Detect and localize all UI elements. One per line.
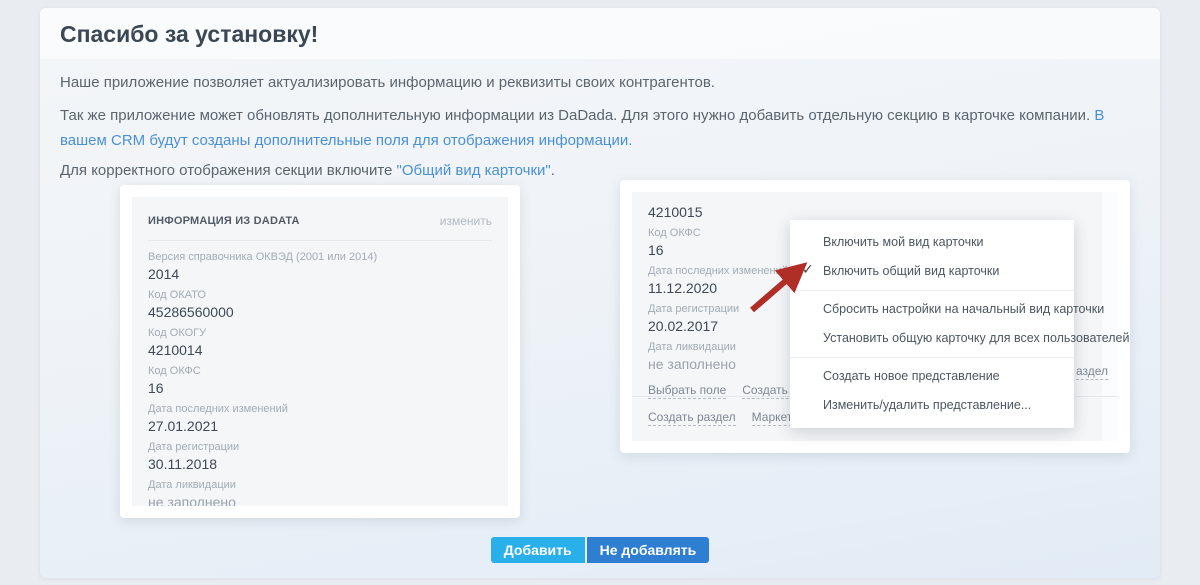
delete-section-link-partial[interactable]: аздел <box>1076 364 1108 380</box>
menu-item-create-view[interactable]: Создать новое представление <box>790 362 1074 391</box>
field-okogu: Код ОКОГУ 4210014 <box>148 327 492 359</box>
field-okpo-value: 4210015 <box>648 204 1102 221</box>
instruction-period: . <box>551 162 555 179</box>
field-last-changed: Дата последних изменений 27.01.2021 <box>148 403 492 435</box>
dadata-info-panel-inner: ИНФОРМАЦИЯ ИЗ DADATA изменить Версия спр… <box>132 197 508 506</box>
description-paragraph: Так же приложение может обновлять дополн… <box>60 103 1142 153</box>
panel-scroll-strip <box>1102 192 1118 441</box>
menu-item-label: Включить общий вид карточки <box>823 264 999 278</box>
menu-item-enable-my-view[interactable]: Включить мой вид карточки <box>790 228 1074 257</box>
card-view-dropdown-menu: Включить мой вид карточки ✓Включить общи… <box>790 220 1074 428</box>
field-value: 2014 <box>148 266 492 283</box>
skip-button[interactable]: Не добавлять <box>587 537 710 563</box>
field-liquidation-date: Дата ликвидации не заполнено <box>148 479 492 506</box>
menu-item-enable-common-view[interactable]: ✓Включить общий вид карточки <box>790 257 1074 286</box>
add-button[interactable]: Добавить <box>491 537 585 563</box>
section-divider <box>148 240 492 241</box>
field-value: 27.01.2021 <box>148 418 492 435</box>
menu-divider <box>790 290 1074 291</box>
field-value: не заполнено <box>148 494 492 506</box>
field-label: Дата последних изменений <box>148 403 492 416</box>
menu-item-set-common-for-all[interactable]: Установить общую карточку для всех польз… <box>790 324 1074 353</box>
field-value: 30.11.2018 <box>148 456 492 473</box>
menu-item-edit-delete-view[interactable]: Изменить/удалить представление... <box>790 391 1074 420</box>
field-okved-version: Версия справочника ОКВЭД (2001 или 2014)… <box>148 251 492 283</box>
intro-paragraph: Наше приложение позволяет актуализироват… <box>60 70 1142 95</box>
field-label: Дата регистрации <box>148 441 492 454</box>
field-value: 4210014 <box>148 342 492 359</box>
dadata-section-title: ИНФОРМАЦИЯ ИЗ DADATA <box>148 215 300 227</box>
field-label: Код ОКОГУ <box>148 327 492 340</box>
edit-link[interactable]: изменить <box>440 214 492 228</box>
red-arrow-annotation <box>742 252 820 325</box>
page-title: Спасибо за установку! <box>60 21 318 48</box>
market-link[interactable]: Маркет <box>752 410 793 426</box>
field-value: 16 <box>148 380 492 397</box>
field-label: Код ОКАТО <box>148 289 492 302</box>
description-text: Так же приложение может обновлять дополн… <box>60 107 1094 124</box>
field-value: 45286560000 <box>148 304 492 321</box>
common-card-view-link[interactable]: "Общий вид карточки" <box>397 162 551 179</box>
field-reg-date: Дата регистрации 30.11.2018 <box>148 441 492 473</box>
dialog-actions: Добавить Не добавлять <box>40 537 1160 563</box>
field-okato: Код ОКАТО 45286560000 <box>148 289 492 321</box>
create-section-link[interactable]: Создать раздел <box>648 410 736 426</box>
field-okfs: Код ОКФС 16 <box>148 365 492 397</box>
field-value: 4210015 <box>648 204 1102 221</box>
field-label: Дата ликвидации <box>148 479 492 492</box>
menu-divider <box>790 357 1074 358</box>
main-card: Спасибо за установку! Наше приложение по… <box>40 8 1160 578</box>
field-label: Версия справочника ОКВЭД (2001 или 2014) <box>148 251 492 264</box>
menu-item-reset-settings[interactable]: Сбросить настройки на начальный вид карт… <box>790 295 1074 324</box>
field-label: Код ОКФС <box>148 365 492 378</box>
dadata-info-panel: ИНФОРМАЦИЯ ИЗ DADATA изменить Версия спр… <box>120 185 520 518</box>
instruction-text: Для корректного отображения секции включ… <box>60 162 397 179</box>
